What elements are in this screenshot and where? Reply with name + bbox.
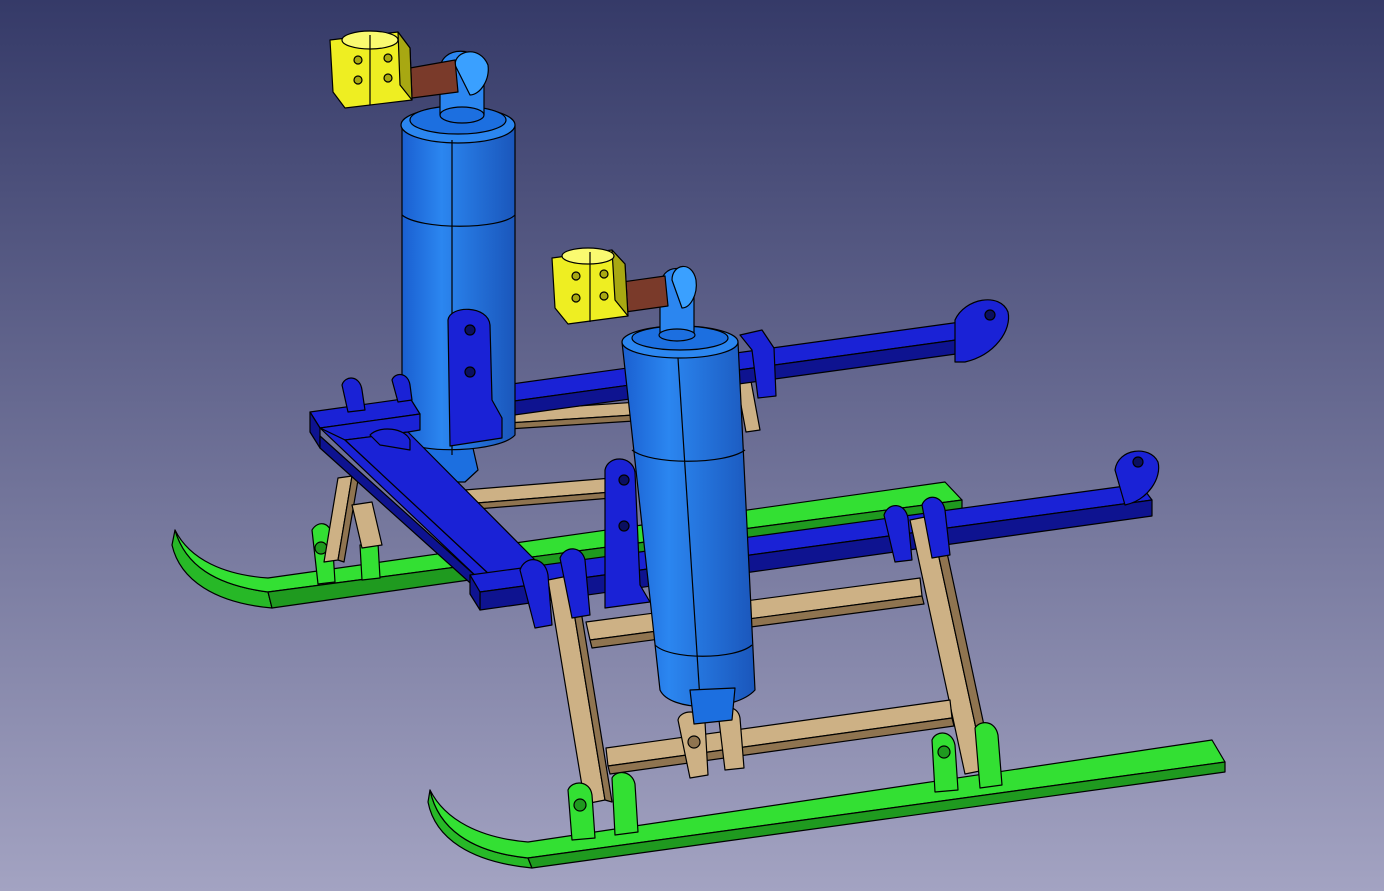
front-clamp[interactable] [551,247,629,325]
front-piston-rod [621,275,669,313]
3d-model-scene[interactable] [0,0,1384,891]
back-clamp[interactable] [329,30,413,109]
cad-viewport[interactable] [0,0,1384,891]
